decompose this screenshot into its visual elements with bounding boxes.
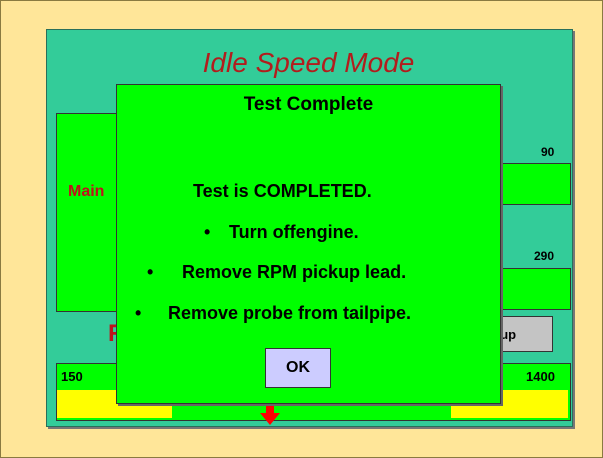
bar-min-label: 150 [61,369,83,384]
down-arrow-icon [260,403,280,425]
value-top-right: 90 [541,145,555,159]
dialog-title: Test Complete [243,94,374,115]
dialog-bullet-3: • Remove probe from tailpipe. [135,303,411,324]
dialog-bullet-text-1: Turn offengine. [229,222,359,242]
dialog-bullet-2: • Remove RPM pickup lead. [147,262,406,283]
dialog-message: Test is COMPLETED. [193,181,372,201]
ok-button[interactable]: OK [265,348,331,388]
bullet-icon: • [147,262,154,282]
bar-max-label: 1400 [526,369,555,384]
value-mid-right: 290 [534,249,555,263]
dialog-bullet-text-3: Remove probe from tailpipe. [168,303,412,323]
dialog-bullet-1: • Turn offengine. [204,222,359,243]
main-label: Main [68,183,105,200]
bullet-icon: • [204,222,211,242]
dialog-bullet-text-2: Remove RPM pickup lead. [182,262,407,282]
bullet-icon: • [135,303,142,323]
page-title: Idle Speed Mode [202,47,415,78]
